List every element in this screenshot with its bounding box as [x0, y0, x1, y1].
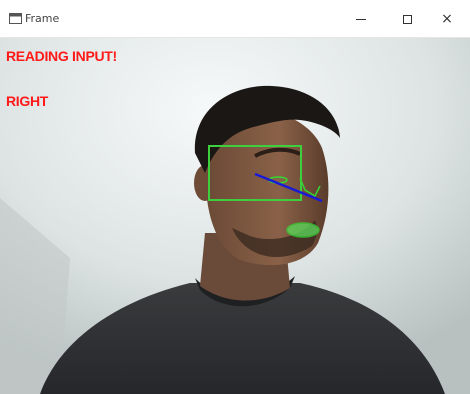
mouth-landmarks — [286, 222, 320, 238]
reading-input-label: READING INPUT! — [6, 48, 117, 64]
close-icon: × — [441, 11, 453, 27]
maximize-icon — [402, 14, 412, 24]
title-bar[interactable]: Frame × — [0, 0, 470, 38]
camera-frame: READING INPUT! RIGHT — [0, 38, 470, 394]
window-frame-icon — [9, 13, 22, 24]
gaze-direction-label: RIGHT — [6, 93, 49, 109]
app-window: Frame × READING INPUT! RIGHT — [0, 0, 470, 394]
camera-scene — [0, 38, 470, 394]
minimize-button[interactable] — [338, 0, 384, 38]
close-button[interactable]: × — [424, 0, 470, 38]
window-title: Frame — [25, 12, 60, 25]
minimize-icon — [356, 18, 366, 20]
